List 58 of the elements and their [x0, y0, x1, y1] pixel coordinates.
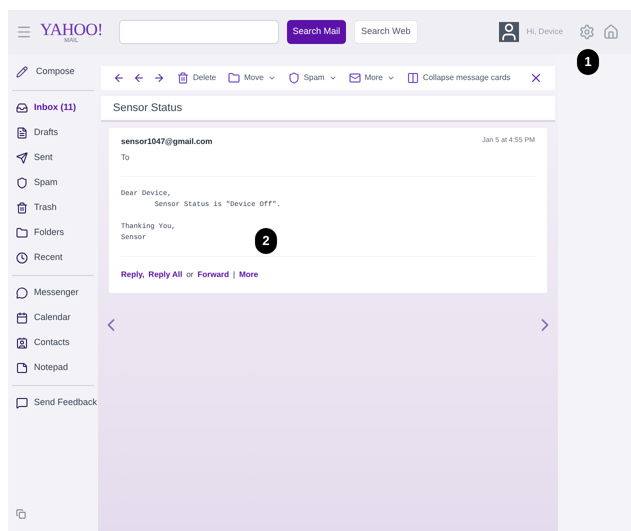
toolbar-button[interactable]: Move [228, 72, 276, 84]
logo: YAHOO! [40, 20, 103, 38]
action-separator: or [186, 269, 194, 281]
search-web-button[interactable]: Search Web [354, 20, 418, 44]
toolbar-button[interactable]: Collapse message cards [406, 72, 510, 84]
settings-icon[interactable] [579, 24, 595, 40]
toolbar-button[interactable]: Spam [288, 72, 337, 84]
send-icon [16, 152, 28, 164]
columns-icon [406, 72, 419, 84]
sidebar-item[interactable]: Spam [12, 174, 94, 192]
caret-icon [328, 74, 337, 82]
sidebar-item[interactable]: Calendar [12, 309, 94, 327]
sidebar-item[interactable]: Messenger [12, 284, 94, 302]
previous-icon[interactable] [113, 72, 125, 84]
sidebar-item[interactable]: Drafts [12, 124, 94, 142]
search-field[interactable] [118, 20, 279, 44]
message-action-link[interactable]: More [239, 269, 258, 281]
trash-icon [177, 72, 189, 84]
sidebar-item[interactable]: Sent [12, 149, 94, 167]
sidebar-item[interactable]: Recent [12, 249, 94, 267]
toolbar-button[interactable]: More [348, 72, 395, 84]
home-icon[interactable] [603, 24, 619, 40]
message-action-link[interactable]: Reply All [148, 269, 182, 281]
sidebar-item[interactable]: Notepad [12, 359, 94, 377]
message-action-link[interactable]: Forward [197, 269, 230, 281]
sender-address: sensor1047@gmail.com [121, 136, 212, 148]
recipient-label: To [121, 152, 130, 164]
sidebar-item[interactable]: Inbox (11) [12, 99, 94, 117]
folder-icon [228, 72, 240, 84]
toolbar-button[interactable]: Delete [177, 72, 216, 84]
message-action-link[interactable]: Reply, [121, 269, 144, 281]
clock-icon [16, 252, 28, 264]
sidebar-item[interactable]: Contacts [12, 334, 94, 352]
contact-card-icon [16, 337, 28, 349]
pencil-icon [16, 66, 28, 78]
sidebar-item[interactable]: Trash [12, 199, 94, 217]
action-separator: | [233, 269, 236, 281]
menu-icon[interactable] [16, 24, 32, 40]
document-icon [16, 127, 28, 139]
shield-icon [16, 177, 28, 189]
user-avatar-icon[interactable] [498, 22, 519, 42]
trash-icon [16, 202, 28, 214]
envelope-icon [348, 72, 361, 84]
message-subject: Sensor Status [113, 100, 182, 116]
caret-icon [386, 74, 395, 82]
calendar-icon [16, 312, 28, 324]
search-mail-button[interactable]: Search Mail [286, 20, 346, 44]
sidebar-item[interactable]: Folders [12, 224, 94, 242]
shield-icon [288, 72, 300, 84]
caret-icon [268, 74, 276, 82]
chat-bubble-icon [16, 287, 28, 299]
inbox-icon [16, 102, 28, 114]
close-icon[interactable] [529, 71, 543, 85]
forward-icon[interactable] [153, 72, 165, 84]
compose-button[interactable]: Compose [12, 62, 94, 82]
note-icon [16, 362, 28, 374]
speech-bubble-icon [16, 397, 28, 409]
folder-icon [16, 227, 28, 239]
